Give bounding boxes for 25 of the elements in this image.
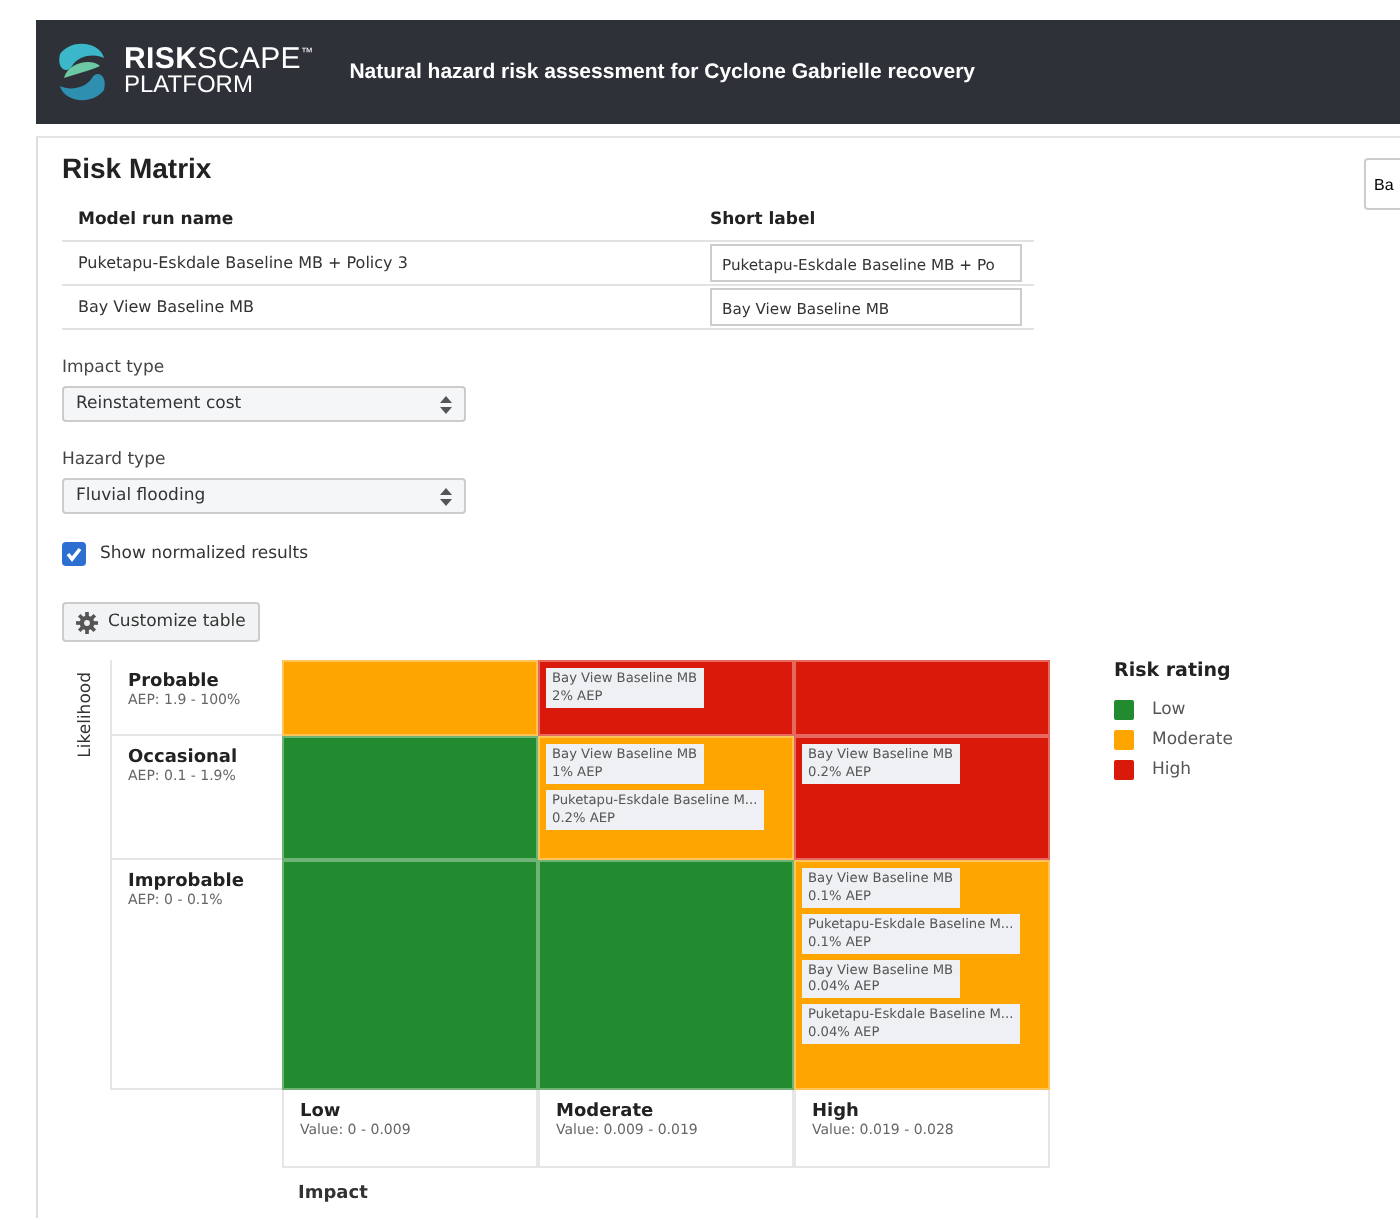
app-title: Natural hazard risk assessment for Cyclone Gabrielle recovery xyxy=(349,60,976,84)
logo-wordmark: RISKSCAPE$^{™}$ xyxy=(124,46,314,75)
dropdown[interactable]: Reinstatement cost xyxy=(62,386,466,422)
column-header: Model run name xyxy=(78,209,236,229)
table-cell-text: Bay View Baseline MB xyxy=(78,298,257,316)
checkbox[interactable] xyxy=(62,542,86,566)
field-label: Hazard type xyxy=(62,450,168,470)
legend-label: Low xyxy=(1152,699,1186,719)
table-cell-text: Puketapu-Eskdale Baseline MB + Policy 3 xyxy=(78,254,410,272)
sort-caret-icon xyxy=(440,487,452,505)
legend-label: High xyxy=(1152,759,1192,779)
checkbox-label: Show normalized results xyxy=(100,544,309,564)
customize-button[interactable]: Customize table xyxy=(62,602,260,642)
column-header: Short label xyxy=(710,209,818,229)
sort-caret-icon xyxy=(440,395,452,413)
axis-label: Impact xyxy=(296,1182,370,1204)
field-label: Impact type xyxy=(62,358,167,378)
gear-icon xyxy=(76,611,98,633)
logo-subtitle: PLATFORM xyxy=(124,74,255,98)
axis-label: Likelihood xyxy=(76,672,96,758)
side-button[interactable]: Ba xyxy=(1364,158,1400,210)
legend-title: Risk rating xyxy=(1114,660,1233,682)
dropdown[interactable]: Fluvial flooding xyxy=(62,478,466,514)
page-title: Risk Matrix xyxy=(62,152,212,184)
legend-label: Moderate xyxy=(1152,729,1233,749)
